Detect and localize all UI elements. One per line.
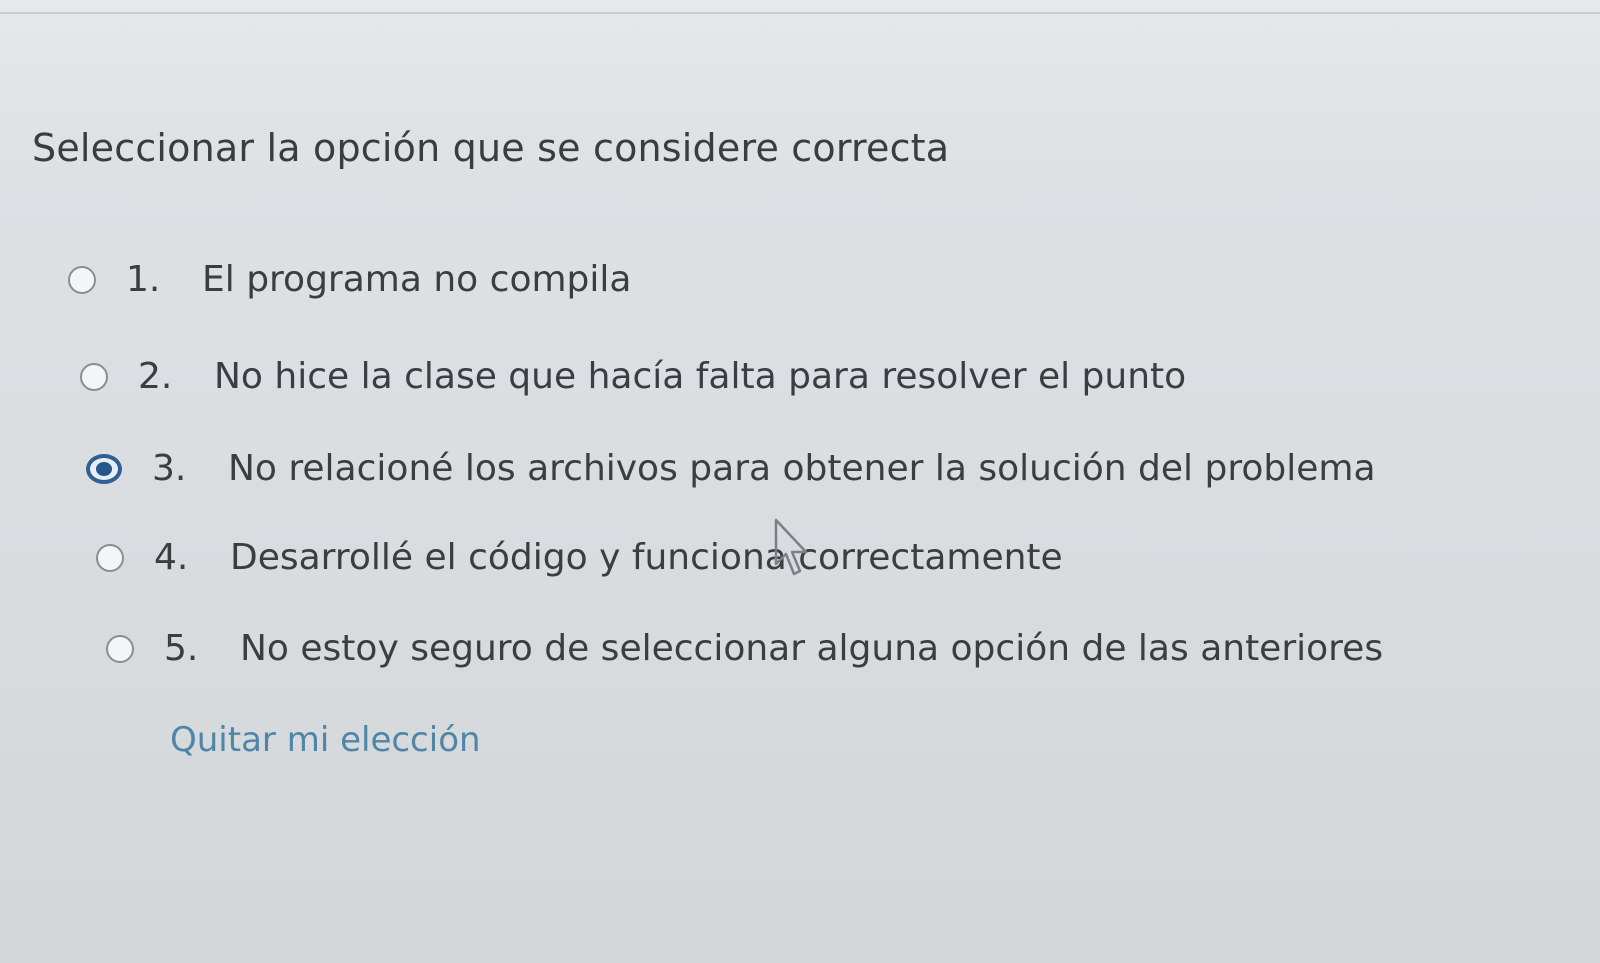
option-1[interactable]: 1. El programa no compila <box>68 259 631 300</box>
radio-unchecked-icon[interactable] <box>96 543 124 572</box>
radio-dot <box>96 461 112 476</box>
option-label: No estoy seguro de seleccionar alguna op… <box>240 628 1384 669</box>
option-number: 2. <box>138 356 173 397</box>
option-number: 4. <box>154 537 189 578</box>
mouse-pointer-icon <box>774 518 808 576</box>
option-label: No relacioné los archivos para obtener l… <box>228 448 1376 489</box>
option-label: El programa no compila <box>202 259 632 300</box>
option-2[interactable]: 2. No hice la clase que hacía falta para… <box>80 356 1186 397</box>
radio-unchecked-icon[interactable] <box>68 265 96 294</box>
option-label: No hice la clase que hacía falta para re… <box>214 356 1187 397</box>
option-5[interactable]: 5. No estoy seguro de seleccionar alguna… <box>106 628 1383 669</box>
option-4[interactable]: 4. Desarrollé el código y funciona corre… <box>96 537 1063 578</box>
clear-choice-link[interactable]: Quitar mi elección <box>170 720 481 760</box>
radio-unchecked-icon[interactable] <box>80 362 108 391</box>
radio-checked-icon[interactable] <box>86 453 122 484</box>
question-prompt: Seleccionar la opción que se considere c… <box>32 126 950 170</box>
multiple-choice-question: Seleccionar la opción que se considere c… <box>0 0 1600 963</box>
option-3[interactable]: 3. No relacioné los archivos para obtene… <box>86 448 1376 489</box>
radio-unchecked-icon[interactable] <box>106 634 134 663</box>
option-number: 3. <box>152 448 187 489</box>
option-number: 1. <box>126 259 161 300</box>
option-number: 5. <box>164 628 199 669</box>
option-label: Desarrollé el código y funciona correcta… <box>230 537 1063 578</box>
